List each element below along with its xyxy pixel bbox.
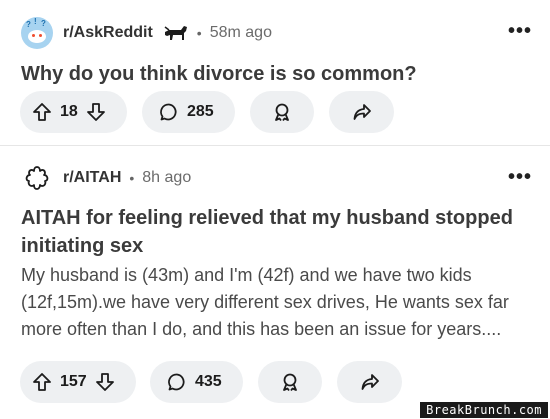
vote-pill: 157 [20,361,136,403]
comment-bubble-icon [167,372,187,392]
share-arrow-icon [352,102,372,122]
subreddit-avatar-icon[interactable]: ? ? ! [21,17,53,49]
body-fade [0,344,550,356]
post-body-line: My husband is (43m) and I'm (42f) and we… [21,265,472,285]
post-time: 8h ago [142,169,192,186]
post-meta: ? ? ! r/AskReddit • 58m ago [21,17,272,49]
post-card-askreddit[interactable]: ? ? ! r/AskReddit • 58m ago ••• Why do y… [0,0,550,143]
upvote-count: 18 [60,103,78,120]
post-card-aitah[interactable]: r/AITAH • 8h ago ••• AITAH for feeling r… [0,146,550,419]
award-button[interactable] [258,361,322,403]
meta-separator: • [129,170,135,186]
share-button[interactable] [337,361,402,403]
post-title[interactable]: AITAH for feeling relieved that my husba… [21,204,513,260]
more-options-icon[interactable]: ••• [508,20,532,43]
share-button[interactable] [329,91,394,133]
vote-pill: 18 [20,91,127,133]
post-title-line: initiating sex [21,235,144,257]
watermark-label: BreakBrunch.com [420,402,548,418]
award-ribbon-icon [280,372,300,392]
post-time: 58m ago [209,24,272,41]
post-body-line: more often than I do, and this has been … [21,319,502,339]
subreddit-name[interactable]: r/AskReddit [63,24,153,42]
downvote-arrow-icon[interactable] [95,372,115,392]
comment-bubble-icon [159,102,179,122]
share-arrow-icon [360,372,380,392]
post-body-line: (12f,15m).we have very different sex dri… [21,292,509,312]
post-title-line: AITAH for feeling relieved that my husba… [21,207,513,229]
meta-separator: • [196,25,202,41]
upvote-arrow-icon[interactable] [32,102,52,122]
flair-horse-icon [164,26,187,40]
award-button[interactable] [250,91,314,133]
subreddit-avatar-icon[interactable] [21,162,53,194]
subreddit-name[interactable]: r/AITAH [63,169,121,187]
comment-count: 435 [195,373,222,390]
post-meta: r/AITAH • 8h ago [21,162,191,194]
upvote-count: 157 [60,373,87,390]
post-body-preview[interactable]: My husband is (43m) and I'm (42f) and we… [21,262,531,343]
more-options-icon[interactable]: ••• [508,166,532,189]
post-title[interactable]: Why do you think divorce is so common? [21,60,417,88]
award-ribbon-icon [272,102,292,122]
upvote-arrow-icon[interactable] [32,372,52,392]
downvote-arrow-icon[interactable] [86,102,106,122]
comments-button[interactable]: 435 [150,361,243,403]
comments-button[interactable]: 285 [142,91,235,133]
comment-count: 285 [187,103,214,120]
